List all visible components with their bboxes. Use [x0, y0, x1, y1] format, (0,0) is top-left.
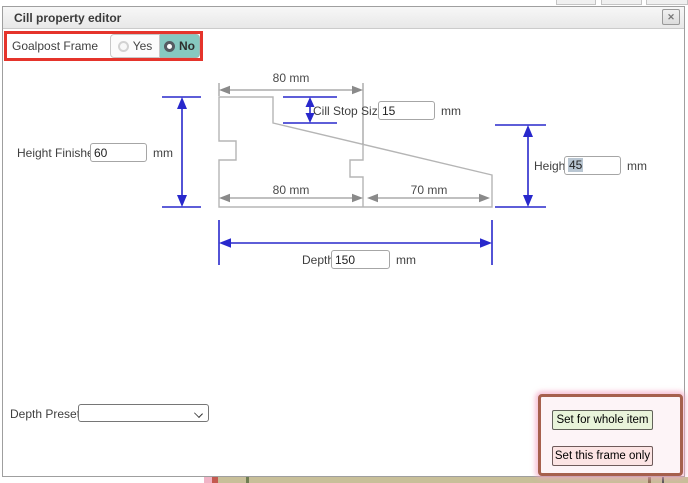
height-finished-input[interactable]	[90, 143, 147, 162]
cill-stop-size-label: Cill Stop Size	[313, 104, 384, 118]
cill-stop-size-input[interactable]	[378, 101, 435, 120]
depth-unit: mm	[396, 253, 416, 267]
height-finished-unit: mm	[153, 146, 173, 160]
height-input[interactable]: 45	[564, 156, 621, 175]
dim-top-80mm: 80 mm	[260, 71, 322, 85]
screen: Cill property editor ✕ Goalpost Frame Ye…	[0, 0, 688, 483]
chevron-down-icon	[194, 409, 203, 418]
height-value-selected: 45	[568, 158, 583, 172]
dim-bottom-70mm: 70 mm	[398, 183, 460, 197]
cill-stop-size-unit: mm	[441, 104, 461, 118]
depth-label: Depth	[302, 253, 334, 267]
action-buttons-annotation-box: Set for whole item Set this frame only	[538, 394, 683, 476]
height-unit: mm	[627, 159, 647, 173]
depth-presets-label: Depth Presets	[10, 407, 86, 421]
depth-presets-select[interactable]	[78, 404, 209, 422]
cill-property-editor-dialog: Cill property editor ✕ Goalpost Frame Ye…	[0, 0, 688, 483]
dim-bottom-80mm: 80 mm	[260, 183, 322, 197]
height-finished-label: Height Finished	[17, 146, 100, 160]
set-frame-only-button[interactable]: Set this frame only	[552, 446, 653, 466]
depth-input[interactable]	[331, 250, 390, 269]
set-whole-item-button[interactable]: Set for whole item	[552, 410, 653, 430]
